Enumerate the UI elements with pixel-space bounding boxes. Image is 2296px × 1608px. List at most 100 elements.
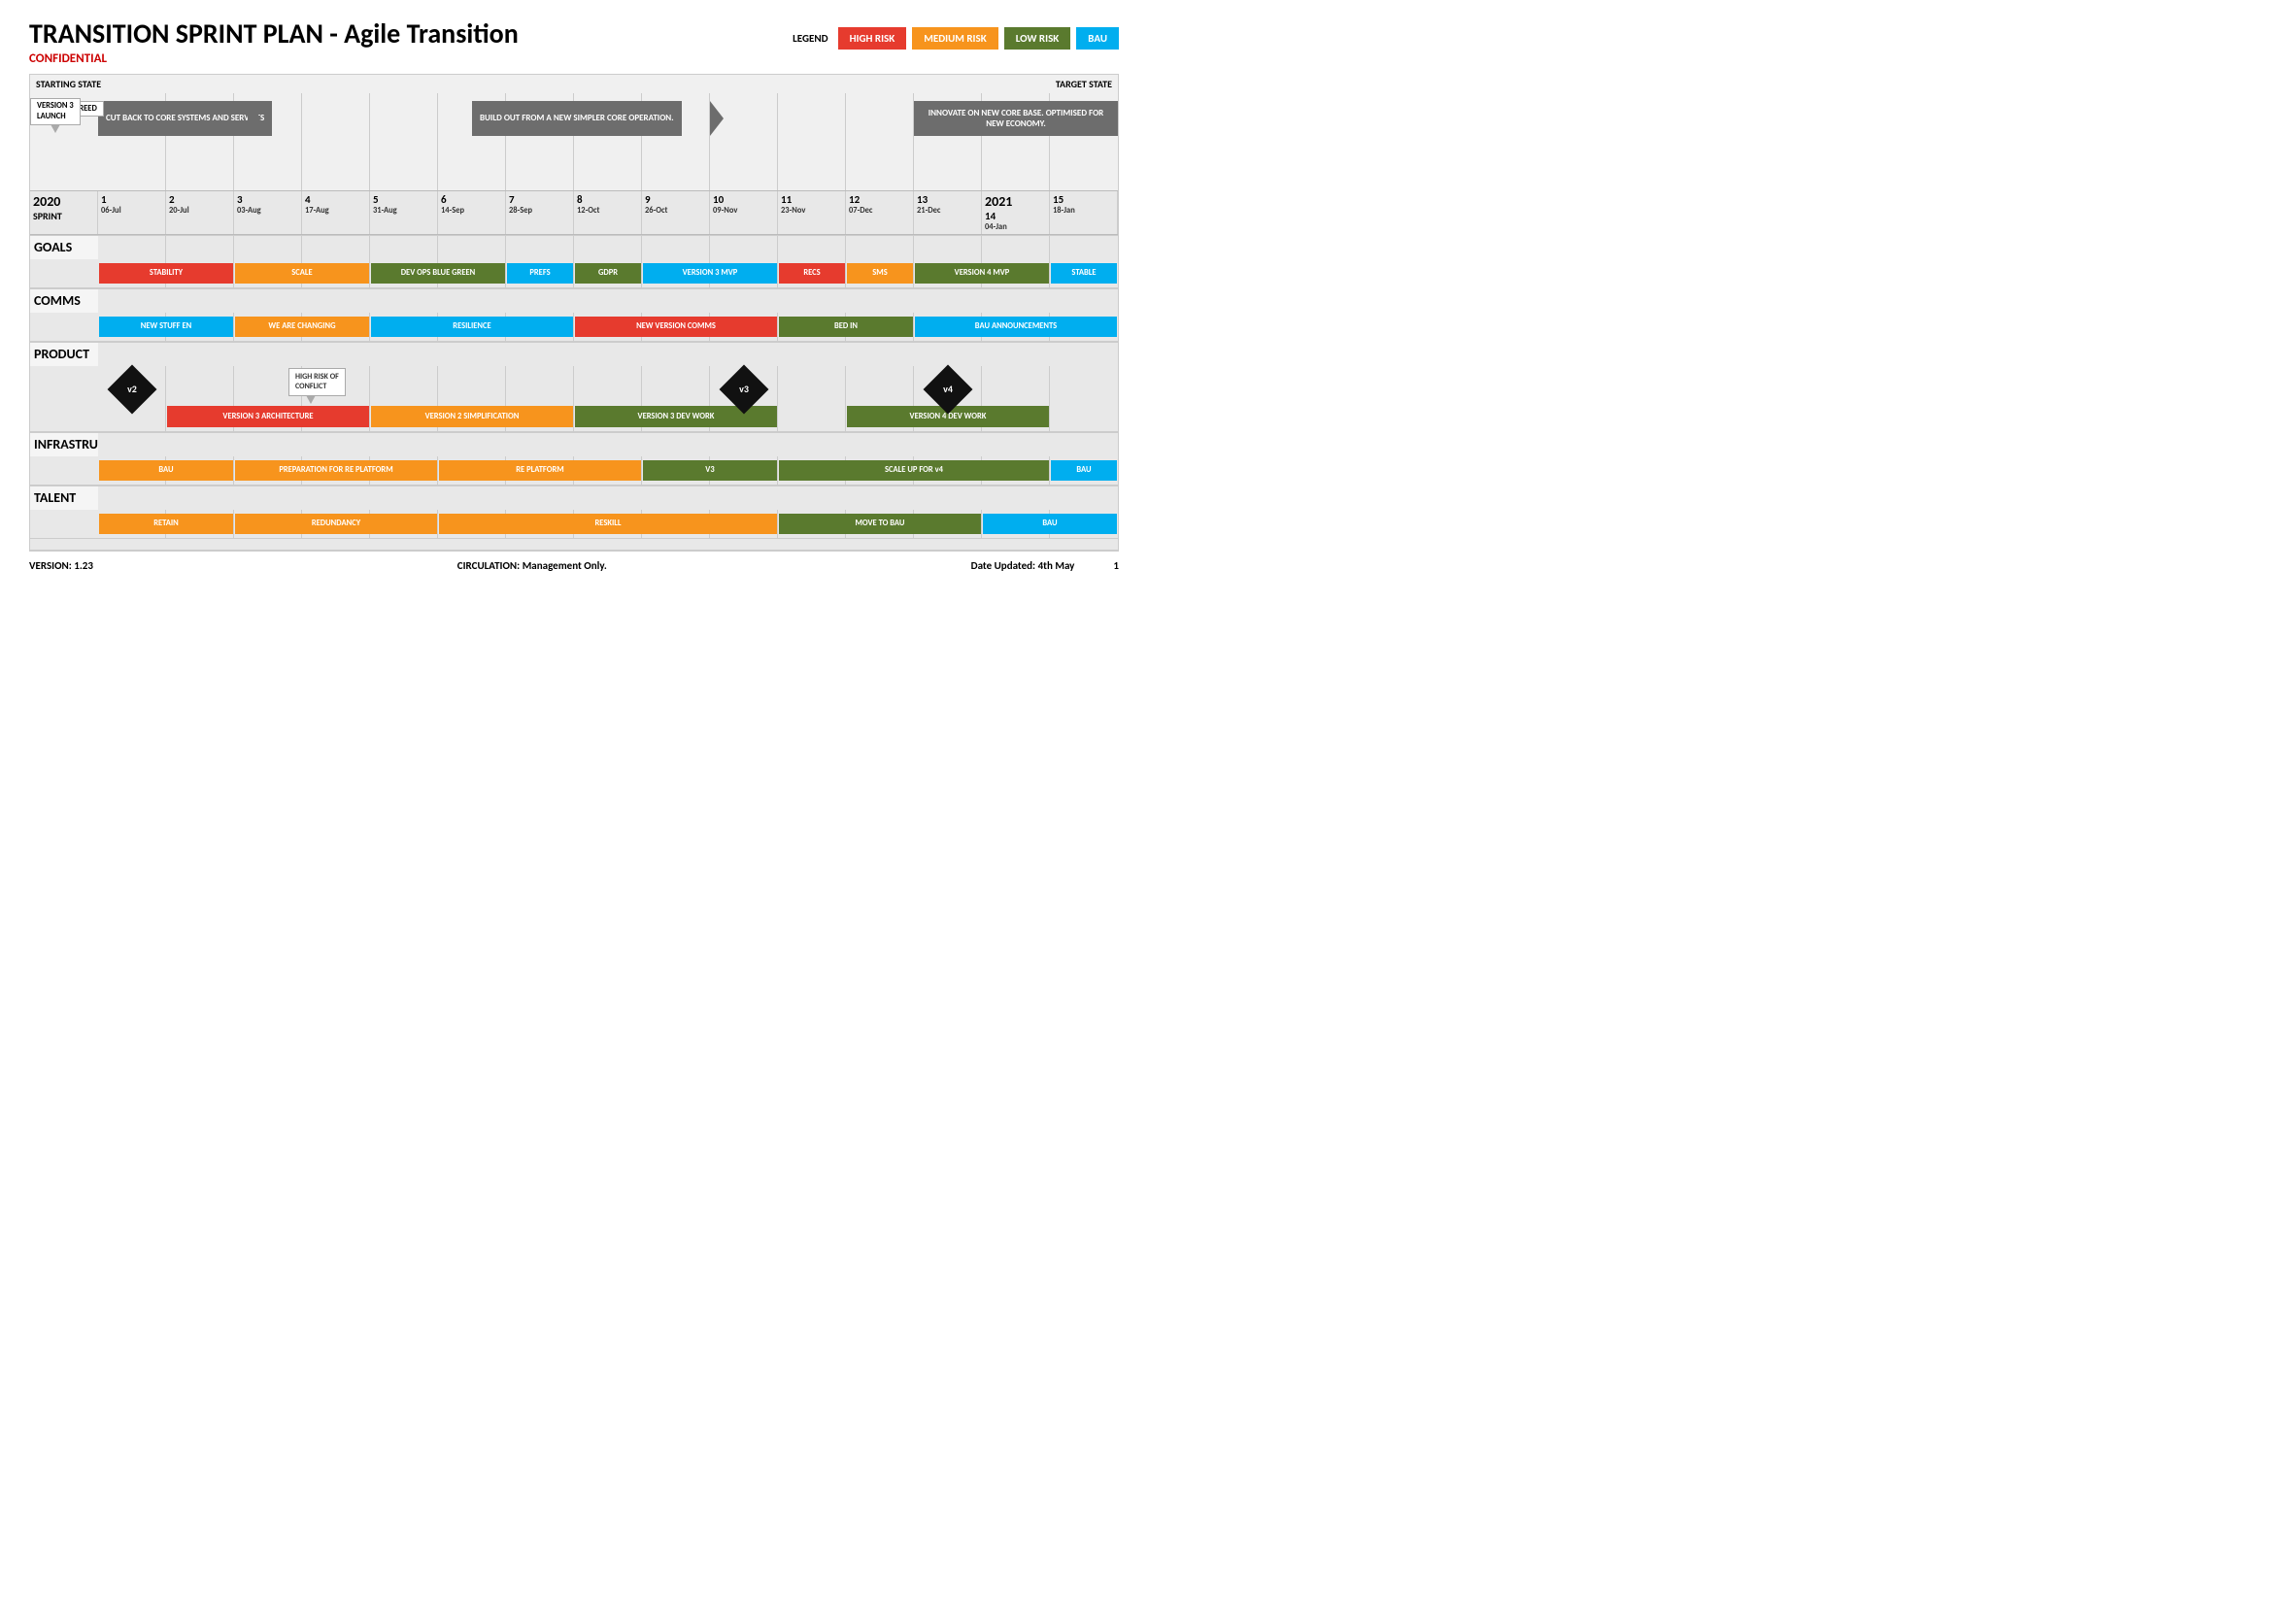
sprint-col-2: 220-Jul: [166, 191, 234, 234]
confidential-label: CONFIDENTIAL: [29, 51, 519, 66]
sprint-col-6: 614-Sep: [438, 191, 506, 234]
talent-label: TALENT: [30, 486, 98, 509]
diamond-v3: v3: [725, 370, 763, 409]
sprint-col-15: 1518-Jan: [1050, 191, 1118, 234]
bar-sms: SMS: [847, 263, 913, 284]
product-label: PRODUCT: [30, 343, 98, 365]
sprint-col-14: 20211404-Jan: [982, 191, 1050, 234]
bar-talent-bau: BAU: [983, 514, 1117, 534]
talent-section: TALENT RETAINREDUNDANCYRESKILLMOVE TO BA…: [30, 486, 1118, 551]
sprint-col-10: 1009-Nov: [710, 191, 778, 234]
bar-scale: SCALE: [235, 263, 369, 284]
talent-bars-row: RETAINREDUNDANCYRESKILLMOVE TO BAUBAU: [30, 510, 1118, 539]
sprint-label-cell: 2020 SPRINT: [30, 191, 98, 234]
bar-we-are-changing: WE ARE CHANGING: [235, 317, 369, 337]
sprint-col-13: 1321-Dec: [914, 191, 982, 234]
legend-low-risk: LOW RISK: [1004, 27, 1071, 50]
banner-build-out: BUILD OUT FROM A NEW SIMPLER CORE OPERAT…: [472, 101, 682, 136]
page-number: 1: [1113, 559, 1119, 572]
bar-stability: STABILITY: [99, 263, 233, 284]
talent-label-row: TALENT: [30, 486, 1118, 510]
page-title: TRANSITION SPRINT PLAN - Agile Transitio…: [29, 19, 519, 50]
product-section: PRODUCT VERSION 3 ARCHITECTUREVERSION 2 …: [30, 342, 1118, 432]
infrastructure-section: INFRASTRUCTURE BAUPREPARATION FOR RE PLA…: [30, 432, 1118, 486]
bar-reskill: RESKILL: [439, 514, 777, 534]
year-2020: 2020: [33, 193, 94, 210]
callout-high-risk: HIGH RISK OFCONFLICT: [288, 368, 346, 396]
infrastructure-label: INFRASTRUCTURE: [30, 433, 98, 455]
comms-bars-row: NEW STUFF ENWE ARE CHANGINGRESILIENCENEW…: [30, 313, 1118, 342]
banner-cut-back-arrow: [248, 101, 261, 136]
title-block: TRANSITION SPRINT PLAN - Agile Transitio…: [29, 19, 519, 66]
comms-label: COMMS: [30, 289, 98, 312]
bar-v3-infra: V3: [643, 460, 777, 481]
timeline: STARTING STATE TARGET STATE CUT BACK TO …: [29, 74, 1119, 552]
sprint-col-1: 106-Jul: [98, 191, 166, 234]
bar-gdpr: GDPR: [575, 263, 641, 284]
bar-recs: RECS: [779, 263, 845, 284]
comms-section: COMMS NEW STUFF ENWE ARE CHANGINGRESILIE…: [30, 288, 1118, 342]
legend-high-risk: HIGH RISK: [838, 27, 907, 50]
bar-bau-announcements: BAU ANNOUNCEMENTS: [915, 317, 1117, 337]
bar-new-version-comms: NEW VERSION COMMS: [575, 317, 777, 337]
sprint-col-11: 1123-Nov: [778, 191, 846, 234]
sprint-col-12: 1207-Dec: [846, 191, 914, 234]
infrastructure-label-row: INFRASTRUCTURE: [30, 432, 1118, 456]
callout-v3-launch: VERSION 3LAUNCH: [30, 98, 81, 125]
bar-retain: RETAIN: [99, 514, 233, 534]
bar-bed-in: BED IN: [779, 317, 913, 337]
goals-label: GOALS: [30, 236, 98, 258]
state-row: STARTING STATE TARGET STATE: [30, 75, 1118, 93]
footer-right: Date Updated: 4th May 1: [971, 559, 1119, 572]
bar-scale-up-v4: SCALE UP FOR v4: [779, 460, 1049, 481]
bar-new-stuff: NEW STUFF EN: [99, 317, 233, 337]
date-updated: Date Updated: 4th May: [971, 559, 1075, 572]
bar-v3mvp: VERSION 3 MVP: [643, 263, 777, 284]
banners-area: CUT BACK TO CORE SYSTEMS AND SERVICES KI…: [30, 93, 1118, 190]
starting-state-label: STARTING STATE: [36, 78, 101, 90]
product-label-row: PRODUCT: [30, 342, 1118, 366]
diamond-v4: v4: [929, 370, 967, 409]
banner-cut-back: CUT BACK TO CORE SYSTEMS AND SERVICES: [98, 101, 272, 136]
sprint-label: SPRINT: [33, 210, 94, 222]
sprint-col-8: 812-Oct: [574, 191, 642, 234]
goals-bars-row: STABILITYSCALEDEV OPS BLUE GREENPREFSGDP…: [30, 259, 1118, 288]
bar-redundancy: REDUNDANCY: [235, 514, 437, 534]
banner-build-out-arrow: [710, 101, 724, 136]
product-bars-row: VERSION 3 ARCHITECTUREVERSION 2 SIMPLIFI…: [30, 366, 1118, 432]
sprint-col-9: 926-Oct: [642, 191, 710, 234]
sprint-col-5: 531-Aug: [370, 191, 438, 234]
comms-label-row: COMMS: [30, 288, 1118, 313]
target-state-label: TARGET STATE: [1056, 78, 1112, 90]
goals-section: GOALS: [30, 235, 1118, 288]
header: TRANSITION SPRINT PLAN - Agile Transitio…: [29, 19, 1119, 66]
bar-prep-re-platform: PREPARATION FOR RE PLATFORM: [235, 460, 437, 481]
sprint-col-4: 417-Aug: [302, 191, 370, 234]
legend-block: LEGEND HIGH RISK MEDIUM RISK LOW RISK BA…: [793, 27, 1119, 50]
goals-label-row: GOALS: [30, 235, 1118, 259]
bar-infra-bau-end: BAU: [1051, 460, 1117, 481]
infrastructure-bars-row: BAUPREPARATION FOR RE PLATFORMRE PLATFOR…: [30, 456, 1118, 486]
sprint-col-7: 728-Sep: [506, 191, 574, 234]
legend-bau: BAU: [1076, 27, 1119, 50]
banner-innovate: INNOVATE ON NEW CORE BASE. OPTIMISED FOR…: [914, 101, 1118, 136]
legend-medium-risk: MEDIUM RISK: [912, 27, 997, 50]
bar-v4mvp: VERSION 4 MVP: [915, 263, 1049, 284]
version-label: VERSION: 1.23: [29, 559, 93, 572]
bar-move-to-bau: MOVE TO BAU: [779, 514, 981, 534]
bar-infra-bau-start: BAU: [99, 460, 233, 481]
bar-v3-architecture: VERSION 3 ARCHITECTURE: [167, 406, 369, 427]
bar-devops: DEV OPS BLUE GREEN: [371, 263, 505, 284]
bar-v2-simplification: VERSION 2 SIMPLIFICATION: [371, 406, 573, 427]
bar-stable: STABLE: [1051, 263, 1117, 284]
sprint-col-3: 303-Aug: [234, 191, 302, 234]
legend-title: LEGEND: [793, 32, 827, 45]
sprint-header-row: 2020 SPRINT 106-Jul220-Jul303-Aug417-Aug…: [30, 190, 1118, 235]
talent-spacer: [30, 539, 1118, 551]
diamond-v2: v2: [113, 370, 152, 409]
bar-prefs: PREFS: [507, 263, 573, 284]
page-container: TRANSITION SPRINT PLAN - Agile Transitio…: [29, 19, 1119, 572]
circulation-label: CIRCULATION: Management Only.: [457, 559, 607, 572]
bar-resilience: RESILIENCE: [371, 317, 573, 337]
bar-re-platform: RE PLATFORM: [439, 460, 641, 481]
